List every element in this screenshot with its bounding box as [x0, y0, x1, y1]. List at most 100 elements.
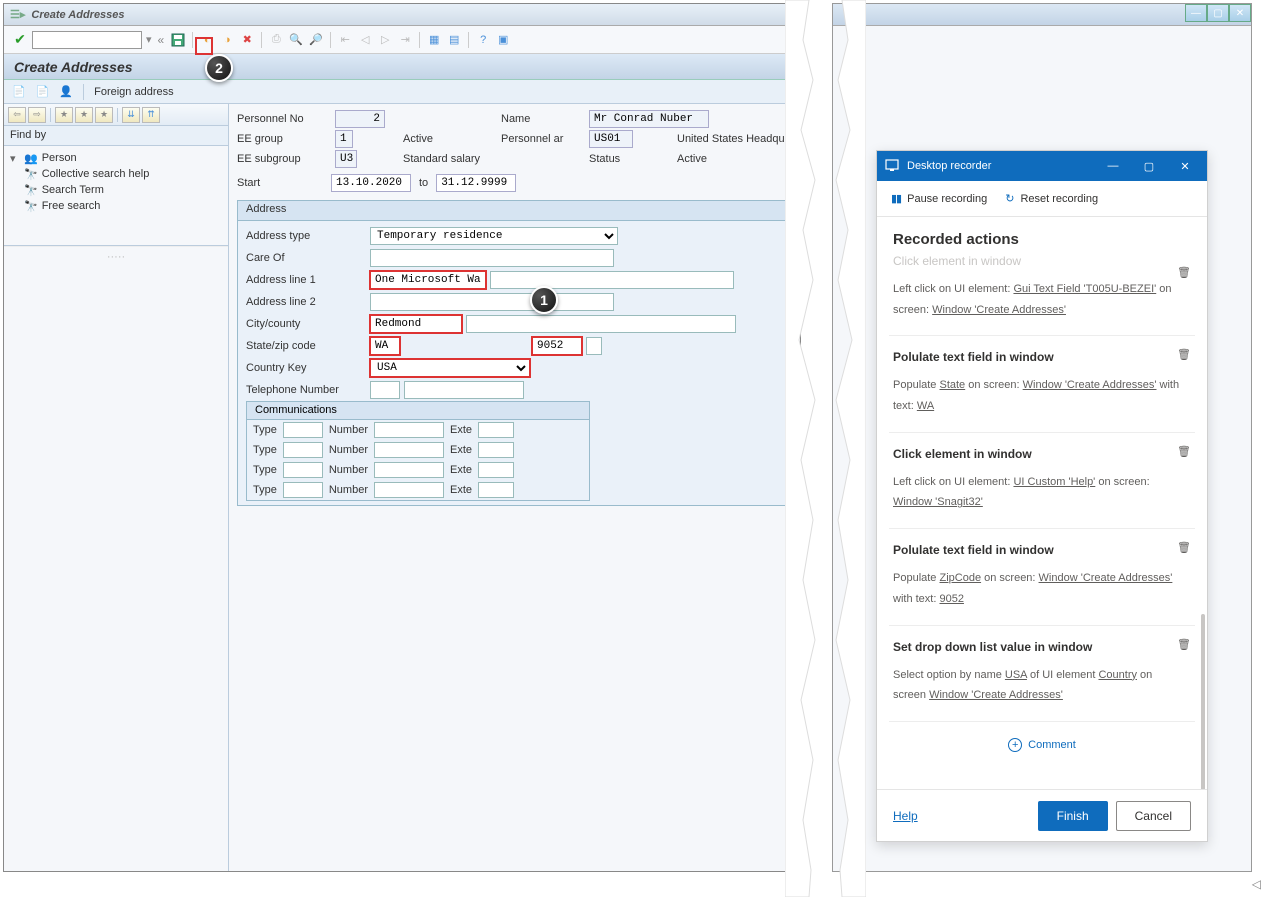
end-date-field[interactable] [436, 174, 516, 192]
comm-type-field[interactable] [283, 422, 323, 438]
first-icon[interactable]: ⇤ [337, 32, 353, 48]
state-field[interactable] [370, 337, 400, 355]
pause-recording-button[interactable]: ▮▮ Pause recording [891, 192, 987, 205]
recorder-controls: ▮▮ Pause recording ↻ Reset recording [877, 181, 1207, 217]
comm-ext-field[interactable] [478, 462, 514, 478]
tree-item-free-search[interactable]: 🔭Free search [24, 198, 222, 214]
last-icon[interactable]: ⇥ [397, 32, 413, 48]
action-card[interactable]: Click element in window 🗑 Left click on … [889, 433, 1195, 529]
tree-item-search-term[interactable]: 🔭Search Term [24, 182, 222, 198]
city-field[interactable] [370, 315, 462, 333]
comm-row: Type Number Exte [247, 480, 589, 500]
help-icon[interactable]: ? [475, 32, 491, 48]
scrollbar[interactable] [1201, 614, 1205, 789]
comm-ext-field[interactable] [478, 482, 514, 498]
minimize-icon[interactable]: — [1185, 4, 1207, 22]
print-icon[interactable]: ⎙ [268, 32, 284, 48]
comm-number-field[interactable] [374, 462, 444, 478]
reset-recording-button[interactable]: ↻ Reset recording [1005, 192, 1098, 205]
ok-icon[interactable]: ✔ [12, 32, 28, 48]
collapse-icon[interactable]: ⇈ [142, 107, 160, 123]
page-subtitle: Create Addresses [4, 54, 800, 80]
tree-person[interactable]: ▾ 👥 Person [10, 150, 222, 166]
delete-action-icon[interactable]: 🗑 [1177, 638, 1191, 651]
comm-type-field[interactable] [283, 482, 323, 498]
prev-icon[interactable]: ◁ [357, 32, 373, 48]
delete-action-icon[interactable]: 🗑 [1177, 348, 1191, 361]
line1-ext-field[interactable] [490, 271, 734, 289]
help-link[interactable]: Help [893, 809, 918, 823]
comm-number-field[interactable] [374, 442, 444, 458]
foreign-address-label[interactable]: Foreign address [94, 86, 174, 98]
recorder-minimize-icon[interactable]: — [1099, 155, 1127, 177]
line1-field[interactable] [370, 271, 486, 289]
delete-action-icon[interactable]: 🗑 [1177, 445, 1191, 458]
phone-2-field[interactable] [404, 381, 524, 399]
careof-field[interactable] [370, 249, 614, 267]
window-title: Create Addresses [31, 9, 124, 21]
delete-action-icon[interactable]: 🗑 [1177, 266, 1191, 279]
line1-label: Address line 1 [246, 274, 366, 286]
fav3-icon[interactable]: ★ [95, 107, 113, 123]
command-field[interactable] [32, 31, 142, 49]
find-icon[interactable]: 🔍 [288, 32, 304, 48]
person-icon[interactable]: 👤 [59, 85, 73, 98]
cancel-button[interactable]: Cancel [1116, 801, 1191, 831]
nav-fwd-icon[interactable]: ⇨ [28, 107, 46, 123]
country-select[interactable]: USA [370, 359, 530, 377]
maximize-icon[interactable]: ▢ [1207, 4, 1229, 22]
comm-number-field[interactable] [374, 422, 444, 438]
binoculars-icon: 🔭 [24, 168, 38, 181]
action-card[interactable]: Set drop down list value in window 🗑 Sel… [889, 626, 1195, 722]
next-icon[interactable]: ▷ [377, 32, 393, 48]
nav-buttons: ⇦ ⇨ ★ ★ ★ ⇊ ⇈ [4, 104, 228, 126]
layout-icon[interactable]: ▤ [446, 32, 462, 48]
finish-button[interactable]: Finish [1038, 801, 1108, 831]
delete-action-icon[interactable]: 🗑 [1177, 541, 1191, 554]
newwin-icon[interactable]: ▦ [426, 32, 442, 48]
desktop-recorder: Desktop recorder — ▢ ✕ ▮▮ Pause recordin… [876, 150, 1208, 842]
save-button[interactable] [170, 32, 186, 48]
county-field[interactable] [466, 315, 736, 333]
action-card[interactable]: Polulate text field in window 🗑 Populate… [889, 529, 1195, 625]
close-window-icon[interactable]: ✕ [1229, 4, 1251, 22]
phone-1-field[interactable] [370, 381, 400, 399]
action-card[interactable]: Click element in window 🗑 Left click on … [889, 254, 1195, 336]
personnel-no-label: Personnel No [237, 113, 327, 125]
address-group-title: Address [238, 201, 791, 221]
fav2-icon[interactable]: ★ [75, 107, 93, 123]
fav1-icon[interactable]: ★ [55, 107, 73, 123]
comm-ext-field[interactable] [478, 422, 514, 438]
start-date-field[interactable] [331, 174, 411, 192]
tree-item-collective[interactable]: 🔭Collective search help [24, 166, 222, 182]
customize-icon[interactable]: ▣ [495, 32, 511, 48]
zip-field[interactable] [532, 337, 582, 355]
findnext-icon[interactable]: 🔎 [308, 32, 324, 48]
name-label: Name [501, 113, 581, 125]
cancel-icon[interactable]: ✖ [239, 32, 255, 48]
binoculars-icon: 🔭 [24, 200, 38, 213]
action-card[interactable]: Polulate text field in window 🗑 Populate… [889, 336, 1195, 432]
comm-type-field[interactable] [283, 442, 323, 458]
comm-row: Type Number Exte [247, 420, 589, 440]
recorder-app-icon [885, 158, 899, 175]
exit-icon[interactable]: ◑ [219, 32, 235, 48]
menu-icon[interactable]: ☰▸ [10, 8, 25, 21]
nav-back-icon[interactable]: ⇦ [8, 107, 26, 123]
address-type-select[interactable]: Temporary residence [370, 227, 618, 245]
comm-ext-field[interactable] [478, 442, 514, 458]
comm-type-field[interactable] [283, 462, 323, 478]
doc2-icon[interactable]: 📄 [36, 85, 50, 98]
recorder-close-icon[interactable]: ✕ [1171, 155, 1199, 177]
line2-field[interactable] [370, 293, 614, 311]
collapse-toggle-icon[interactable]: ▾ [10, 152, 20, 165]
recorder-maximize-icon[interactable]: ▢ [1135, 155, 1163, 177]
expand-icon[interactable]: ⇊ [122, 107, 140, 123]
personnel-no-field[interactable]: 2 [335, 110, 385, 128]
doc-icon[interactable]: 📄 [12, 85, 26, 98]
add-comment-button[interactable]: + Comment [889, 722, 1195, 768]
zip-ext-field[interactable] [586, 337, 602, 355]
comm-number-field[interactable] [374, 482, 444, 498]
comm-title: Communications [247, 402, 589, 420]
resize-handle-icon[interactable]: ◁ [1252, 877, 1261, 891]
